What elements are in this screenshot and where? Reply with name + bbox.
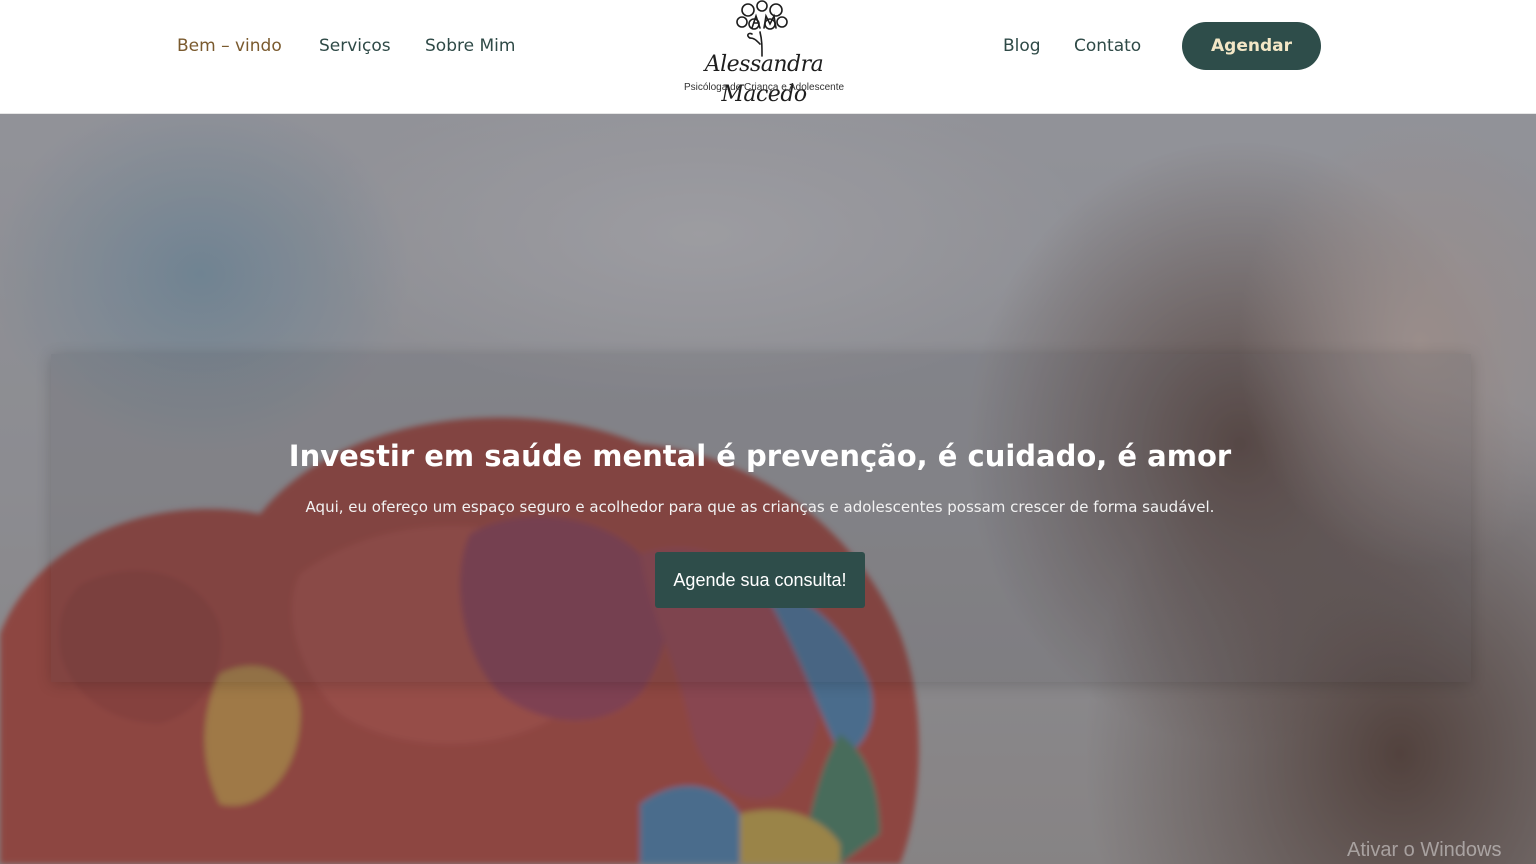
site-logo[interactable]: Alessandra Macedo Psicóloga de Criança e… — [664, 0, 864, 107]
hero-content-panel — [51, 354, 1471, 682]
hero-section: Investir em saúde mental é prevenção, é … — [0, 114, 1536, 864]
hero-title: Investir em saúde mental é prevenção, é … — [288, 439, 1232, 473]
nav-contato[interactable]: Contato — [1074, 35, 1141, 57]
logo-name: Alessandra Macedo — [704, 52, 824, 107]
site-header: Bem – vindo Serviços Sobre Mim Alessandr… — [0, 0, 1536, 114]
agendar-button[interactable]: Agendar — [1182, 22, 1321, 70]
nav-bem-vindo[interactable]: Bem – vindo — [177, 35, 282, 57]
hero-subtitle: Aqui, eu ofereço um espaço seguro e acol… — [305, 498, 1215, 516]
schedule-consultation-button[interactable]: Agende sua consulta! — [655, 552, 865, 608]
nav-sobre-mim[interactable]: Sobre Mim — [425, 35, 515, 57]
nav-servicos[interactable]: Serviços — [319, 35, 391, 57]
nav-blog[interactable]: Blog — [1003, 35, 1041, 57]
logo-subtitle: Psicóloga de Criança e Adolescente — [683, 82, 845, 93]
windows-activation-watermark: Ativar o Windows — [1347, 839, 1502, 861]
